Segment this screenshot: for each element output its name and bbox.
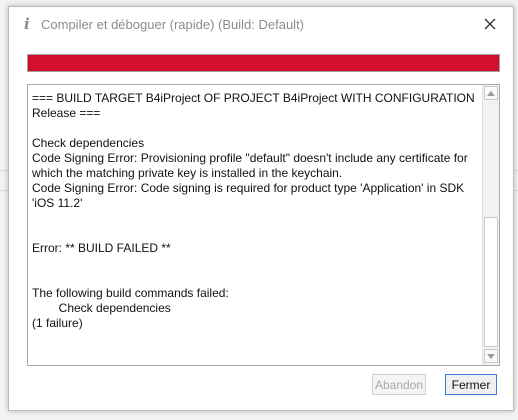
vertical-scrollbar[interactable] [482,85,499,365]
build-progress-bar [27,54,500,72]
build-dialog: i Compiler et déboguer (rapide) (Build: … [8,6,514,411]
build-log-textarea[interactable]: === BUILD TARGET B4iProject OF PROJECT B… [27,84,500,366]
progress-fill [28,55,499,71]
build-log-text: === BUILD TARGET B4iProject OF PROJECT B… [32,91,475,330]
title-bar[interactable]: i Compiler et déboguer (rapide) (Build: … [9,7,513,41]
chevron-down-icon [487,353,495,359]
window-title: Compiler et déboguer (rapide) (Build: De… [41,17,305,32]
abandon-button[interactable]: Abandon [372,374,426,395]
chevron-up-icon [487,90,495,96]
scroll-up-arrow[interactable] [484,86,498,100]
scroll-thumb[interactable] [484,217,498,347]
close-icon [484,18,496,30]
close-window-button[interactable] [477,11,503,37]
info-icon: i [24,15,30,33]
scroll-down-arrow[interactable] [484,349,498,363]
close-button[interactable]: Fermer [445,374,497,395]
